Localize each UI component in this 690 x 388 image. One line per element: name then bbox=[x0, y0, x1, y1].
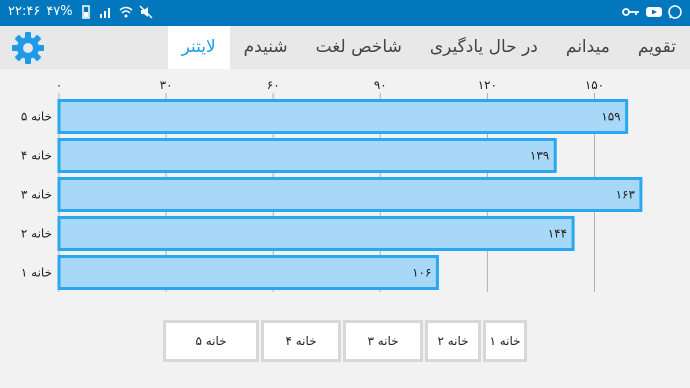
legend-item-box-1[interactable]: خانه ۱ bbox=[483, 320, 527, 362]
y-category-label: خانه ۲ bbox=[21, 227, 52, 241]
chart-legend: خانه ۱ خانه ۲ خانه ۳ خانه ۴ خانه ۵ bbox=[163, 320, 527, 364]
battery-icon bbox=[81, 4, 90, 19]
tab-word-index[interactable]: شاخص لغت bbox=[302, 26, 416, 69]
legend-item-box-2[interactable]: خانه ۲ bbox=[425, 320, 481, 362]
signal-icon bbox=[99, 7, 110, 18]
whatsapp-icon bbox=[668, 5, 682, 19]
x-tick-label: ۹۰ bbox=[374, 78, 387, 92]
battery-level: ۴۷% bbox=[46, 4, 73, 19]
bar bbox=[57, 255, 439, 290]
x-tick-label: ۰ bbox=[56, 78, 62, 92]
bar-value-label: ۱۶۳ bbox=[616, 188, 636, 202]
bar-value-label: ۱۰۶ bbox=[412, 266, 431, 280]
tab-learning[interactable]: در حال یادگیری bbox=[416, 26, 552, 69]
mute-icon bbox=[139, 4, 153, 19]
chart-canvas: ۰ ۳۰ ۶۰ ۹۰ ۱۲۰ ۱۵۰ ۱۵۹ خانه ۵ ۱۳۹ خانه ۴ ۱۶۳ خانه ۳… bbox=[21, 78, 643, 292]
gear-icon[interactable] bbox=[10, 30, 46, 66]
leitner-bar-chart: ۰ ۳۰ ۶۰ ۹۰ ۱۲۰ ۱۵۰ ۱۵۹ خانه ۵ ۱۳۹ خانه ۴ ۱۶۳ خانه ۳… bbox=[0, 69, 690, 319]
tab-heard[interactable]: شنیدم bbox=[230, 26, 302, 69]
x-tick-label: ۱۲۰ bbox=[478, 78, 497, 92]
y-category-label: خانه ۱ bbox=[21, 266, 52, 280]
y-category-label: خانه ۴ bbox=[21, 149, 52, 163]
bar bbox=[57, 138, 557, 173]
bar-value-label: ۱۳۹ bbox=[530, 149, 549, 163]
youtube-icon bbox=[646, 7, 662, 17]
bar bbox=[57, 216, 575, 251]
bar bbox=[57, 99, 629, 134]
tab-leitner[interactable]: لایتنر bbox=[167, 26, 230, 69]
bar-value-label: ۱۴۴ bbox=[548, 227, 567, 241]
legend-item-box-5[interactable]: خانه ۵ bbox=[163, 320, 259, 362]
top-navigation-bar: تقویم میدانم در حال یادگیری شاخص لغت شنی… bbox=[0, 26, 690, 69]
x-tick-label: ۱۵۰ bbox=[585, 78, 604, 92]
tab-bar: تقویم میدانم در حال یادگیری شاخص لغت شنی… bbox=[167, 26, 690, 69]
key-icon bbox=[622, 8, 639, 16]
y-category-label: خانه ۵ bbox=[21, 110, 52, 124]
y-category-label: خانه ۳ bbox=[21, 188, 52, 202]
tab-known[interactable]: میدانم bbox=[552, 26, 624, 69]
wifi-icon bbox=[119, 6, 133, 17]
bar bbox=[57, 177, 643, 212]
x-tick-label: ۶۰ bbox=[267, 78, 280, 92]
tab-calendar[interactable]: تقویم bbox=[624, 26, 690, 69]
legend-item-box-4[interactable]: خانه ۴ bbox=[261, 320, 341, 362]
status-bar: ۲۲:۴۶ ۴۷% bbox=[0, 0, 690, 26]
legend-item-box-3[interactable]: خانه ۳ bbox=[343, 320, 423, 362]
bar-value-label: ۱۵۹ bbox=[601, 110, 620, 124]
x-tick-label: ۳۰ bbox=[160, 78, 173, 92]
clock: ۲۲:۴۶ bbox=[8, 4, 41, 19]
